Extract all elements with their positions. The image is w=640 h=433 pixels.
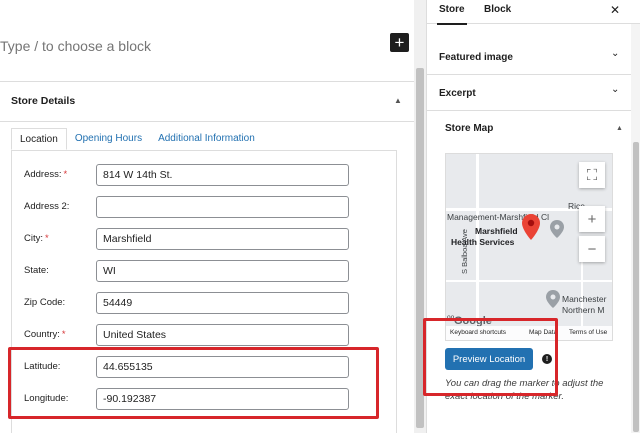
- minus-icon: −: [587, 240, 597, 258]
- preview-location-button[interactable]: Preview Location: [445, 348, 533, 370]
- state-label: State:: [24, 265, 49, 276]
- panel-label: Featured image: [439, 52, 513, 63]
- address-input[interactable]: [96, 164, 349, 186]
- collapse-up-icon[interactable]: ▲: [394, 96, 402, 105]
- collapse-up-icon[interactable]: ▲: [616, 125, 623, 132]
- tab-opening-hours[interactable]: Opening Hours: [67, 128, 150, 150]
- longitude-label-text: Longitude:: [24, 393, 69, 404]
- editor-canvas: Type / to choose a block + Store Details…: [0, 0, 414, 433]
- map-label: S Balboa Ave: [460, 229, 469, 274]
- state-label-text: State:: [24, 265, 49, 276]
- panel-featured-image[interactable]: Featured image ⌄: [427, 39, 631, 75]
- chevron-down-icon: ⌄: [611, 84, 620, 95]
- zip-input[interactable]: [96, 292, 349, 314]
- longitude-label: Longitude:: [24, 393, 68, 404]
- screen: Type / to choose a block + Store Details…: [0, 0, 640, 433]
- panel-excerpt[interactable]: Excerpt ⌄: [427, 75, 631, 111]
- editor-scrollbar[interactable]: [414, 0, 426, 433]
- map-label: Marshfield: [475, 226, 518, 236]
- address-label: Address: *: [24, 169, 67, 180]
- zoom-out-button[interactable]: −: [579, 236, 605, 262]
- info-icon[interactable]: !: [542, 354, 552, 364]
- plus-icon: +: [394, 33, 405, 52]
- poi-pin-icon: [546, 290, 560, 308]
- required-mark: *: [63, 169, 68, 180]
- scrollbar-thumb[interactable]: [633, 142, 639, 432]
- map-label: Manchester: [562, 294, 607, 304]
- city-input[interactable]: [96, 228, 349, 250]
- panel-label: Excerpt: [439, 88, 476, 99]
- map-road: [446, 280, 612, 282]
- address2-input[interactable]: [96, 196, 349, 218]
- map-footer: Keyboard shortcuts Map Data Terms of Use: [446, 326, 612, 340]
- tab-store[interactable]: Store: [437, 4, 467, 25]
- latitude-label: Latitude:: [24, 361, 60, 372]
- location-marker-icon[interactable]: [522, 214, 540, 240]
- store-map-title: Store Map: [445, 123, 494, 134]
- terms-of-use-link[interactable]: Terms of Use: [569, 329, 607, 336]
- store-tabs: Location Opening Hours Additional Inform…: [11, 128, 263, 150]
- store-map[interactable]: Rice Management-Marshfield Cl Marshfield…: [445, 153, 613, 341]
- country-input[interactable]: [96, 324, 349, 346]
- tab-additional-information[interactable]: Additional Information: [150, 128, 263, 150]
- fullscreen-icon: ⛶: [586, 166, 598, 184]
- sidebar-tabs: Store Block ✕: [427, 0, 640, 25]
- zoom-in-button[interactable]: +: [579, 206, 605, 232]
- location-panel: Address:* Address 2: City:* State:: [11, 150, 397, 433]
- tab-block[interactable]: Block: [484, 4, 511, 15]
- country-label-text: Country:: [24, 329, 60, 340]
- latitude-input[interactable]: [96, 356, 349, 378]
- required-mark: *: [61, 329, 66, 340]
- map-help-text: You can drag the marker to adjust the ex…: [445, 378, 604, 402]
- poi-pin-icon: [550, 220, 564, 238]
- store-details-metabox: Store Details ▲ Location Opening Hours A…: [0, 81, 414, 433]
- settings-sidebar: Store Block ✕ Featured image ⌄ Excerpt ⌄…: [426, 0, 640, 433]
- map-label: Northern M: [562, 305, 605, 315]
- plus-icon: +: [587, 210, 597, 228]
- longitude-input[interactable]: [96, 388, 349, 410]
- map-data-link[interactable]: Map Data: [529, 329, 557, 336]
- city-label-text: City:: [24, 233, 43, 244]
- zip-label: Zip Code:: [24, 297, 65, 308]
- close-icon[interactable]: ✕: [610, 3, 620, 17]
- fullscreen-button[interactable]: ⛶: [579, 162, 605, 188]
- state-input[interactable]: [96, 260, 349, 282]
- required-mark: *: [45, 233, 49, 244]
- address2-label-text: Address 2:: [24, 201, 70, 212]
- chevron-down-icon: ⌄: [611, 48, 620, 59]
- latitude-label-text: Latitude:: [24, 361, 61, 372]
- metabox-title: Store Details: [11, 95, 76, 107]
- add-block-button[interactable]: +: [390, 33, 409, 52]
- keyboard-shortcuts-link[interactable]: Keyboard shortcuts: [450, 329, 506, 336]
- address-label-text: Address:: [24, 169, 62, 180]
- address2-label: Address 2:: [24, 201, 69, 212]
- block-placeholder[interactable]: Type / to choose a block: [0, 38, 151, 54]
- city-label: City: *: [24, 233, 49, 244]
- country-label: Country: *: [24, 329, 66, 340]
- tab-location[interactable]: Location: [11, 128, 67, 150]
- divider: [0, 121, 414, 122]
- scrollbar-thumb[interactable]: [416, 68, 424, 428]
- sidebar-scrollbar[interactable]: [631, 24, 640, 433]
- zip-label-text: Zip Code:: [24, 297, 66, 308]
